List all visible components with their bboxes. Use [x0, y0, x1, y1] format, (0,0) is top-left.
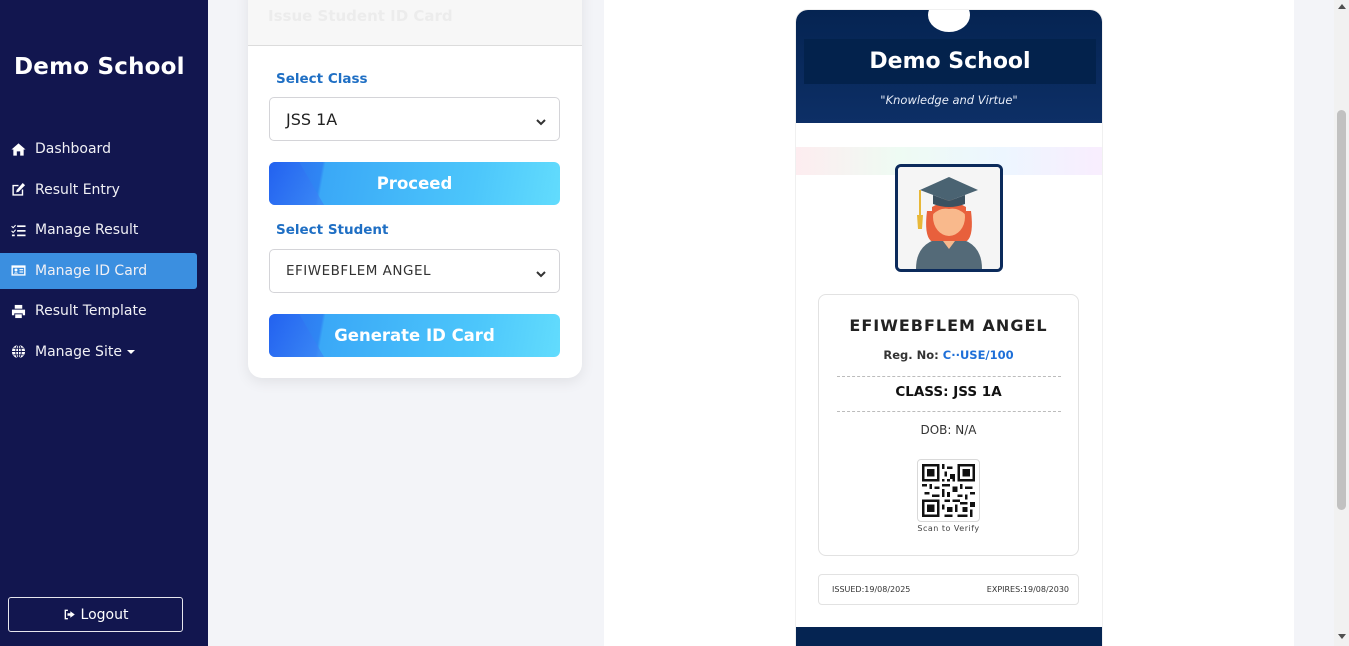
sidebar-item-label: Dashboard: [35, 141, 111, 157]
generate-id-card-label: Generate ID Card: [334, 326, 495, 345]
page-scrollbar[interactable]: [1334, 0, 1349, 646]
scroll-up-arrow-icon[interactable]: [1338, 4, 1346, 9]
student-select[interactable]: EFIWEBFLEM ANGEL: [269, 249, 560, 293]
logout-button[interactable]: Logout: [8, 597, 183, 632]
sidebar-item-dashboard[interactable]: Dashboard: [0, 131, 197, 167]
scroll-down-arrow-icon[interactable]: [1338, 634, 1346, 639]
id-student-name: EFIWEBFLEM ANGEL: [849, 316, 1048, 335]
brand-title: Demo School: [14, 54, 185, 80]
form-header: Issue Student ID Card: [248, 0, 582, 46]
sidebar-item-manage-id-card[interactable]: Manage ID Card: [0, 252, 197, 289]
sidebar-item-label: Manage Result: [35, 222, 139, 239]
sidebar-item-manage-site[interactable]: Manage Site: [0, 334, 197, 370]
sidebar-item-label: Result Entry: [35, 181, 120, 198]
student-select-value: EFIWEBFLEM ANGEL: [286, 263, 432, 279]
issue-id-card-form: Issue Student ID Card Select Class JSS 1…: [248, 0, 582, 378]
sidebar-item-label: Manage ID Card: [35, 262, 148, 279]
qr-code-icon: [922, 464, 975, 517]
issued-date: ISSUED:19/08/2025: [832, 585, 911, 594]
class-select[interactable]: JSS 1A: [269, 97, 560, 141]
school-name-bar: Demo School: [804, 39, 1096, 84]
lanyard-hole: [928, 10, 970, 32]
print-icon: [10, 303, 26, 319]
validity-dates: ISSUED:19/08/2025 EXPIRES:19/08/2030: [818, 574, 1079, 605]
select-class-label: Select Class: [276, 71, 368, 87]
reg-label: Reg. No:: [883, 348, 939, 362]
id-dob: DOB: N/A: [920, 423, 977, 437]
id-card-icon: [10, 263, 26, 279]
sidebar-nav: Dashboard Result Entry Manage Result Man…: [0, 131, 208, 375]
sidebar-item-manage-result[interactable]: Manage Result: [0, 212, 197, 248]
reg-number: Reg. No: C··USE/100: [819, 348, 1078, 362]
sign-out-icon: [64, 609, 75, 620]
scroll-thumb[interactable]: [1337, 110, 1346, 510]
generate-id-card-button[interactable]: Generate ID Card: [269, 314, 560, 357]
id-class: CLASS: JSS 1A: [895, 384, 1002, 400]
id-card-footer: [796, 627, 1102, 646]
home-icon: [10, 141, 26, 157]
sidebar-item-label: Manage Site: [35, 343, 122, 360]
id-card-header: Demo School "Knowledge and Virtue": [796, 10, 1102, 123]
id-school-name: Demo School: [869, 49, 1031, 74]
proceed-button[interactable]: Proceed: [269, 162, 560, 205]
divider: [837, 411, 1061, 412]
reg-value: C··USE/100: [942, 348, 1014, 362]
sidebar-item-result-entry[interactable]: Result Entry: [0, 172, 197, 208]
student-id-card: Demo School "Knowledge and Virtue" EFIWE…: [796, 10, 1102, 646]
caret-down-icon: [126, 349, 135, 354]
sidebar-item-result-template[interactable]: Result Template: [0, 293, 197, 329]
chevron-down-icon: [535, 113, 547, 126]
student-photo: [895, 164, 1003, 272]
form-title: Issue Student ID Card: [268, 7, 453, 25]
school-motto: "Knowledge and Virtue": [880, 93, 1018, 107]
graduate-avatar-icon: [898, 167, 1000, 269]
globe-icon: [10, 344, 26, 360]
proceed-label: Proceed: [376, 174, 453, 193]
scan-to-verify: Scan to Verify: [917, 524, 980, 533]
qr-code: [917, 459, 980, 522]
edit-icon: [10, 182, 26, 198]
sidebar-item-label: Result Template: [35, 303, 147, 320]
student-info-box: EFIWEBFLEM ANGEL Reg. No: C··USE/100 CLA…: [818, 294, 1079, 556]
divider: [837, 376, 1061, 377]
expires-date: EXPIRES:19/08/2030: [986, 585, 1069, 594]
sidebar: Demo School Dashboard Result Entry Manag…: [0, 0, 208, 646]
chevron-down-icon: [535, 265, 547, 278]
select-student-label: Select Student: [276, 222, 389, 238]
class-select-value: JSS 1A: [286, 109, 338, 129]
list-check-icon: [10, 222, 26, 238]
logout-label: Logout: [80, 606, 129, 623]
